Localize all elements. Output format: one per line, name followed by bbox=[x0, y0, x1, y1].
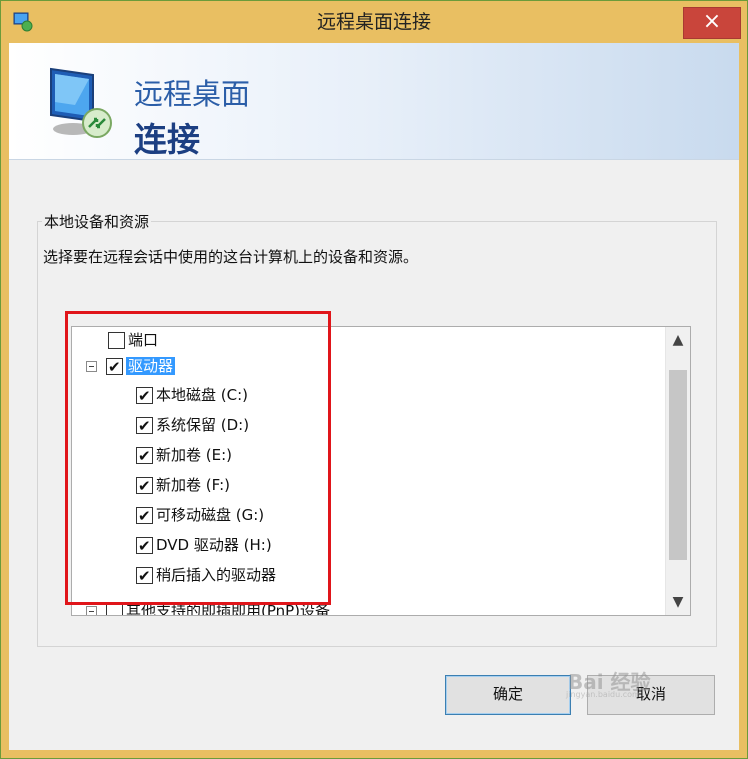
computer-connection-icon bbox=[50, 67, 112, 138]
close-button[interactable]: × bbox=[683, 7, 741, 39]
scroll-down-icon[interactable]: ▼ bbox=[666, 591, 690, 613]
title-bar[interactable]: 远程桌面连接 × bbox=[1, 1, 747, 43]
window-title: 远程桌面连接 bbox=[316, 11, 431, 33]
vertical-scrollbar[interactable]: ▲ ▼ bbox=[665, 327, 690, 615]
group-description: 选择要在远程会话中使用的这台计算机上的设备和资源。 bbox=[43, 248, 419, 266]
scroll-up-icon[interactable]: ▲ bbox=[666, 329, 690, 351]
ok-button[interactable]: 确定 bbox=[445, 675, 571, 715]
banner-title-line2: 连接 bbox=[134, 120, 200, 159]
banner-title-line1: 远程桌面 bbox=[134, 77, 251, 111]
group-title: 本地设备和资源 bbox=[42, 211, 152, 232]
watermark-url: jingyan.baidu.com bbox=[566, 690, 640, 699]
annotation-highlight-box bbox=[65, 311, 331, 605]
banner: 远程桌面 连接 bbox=[9, 43, 739, 160]
scrollbar-thumb[interactable] bbox=[669, 370, 687, 560]
expand-icon[interactable] bbox=[86, 606, 97, 615]
